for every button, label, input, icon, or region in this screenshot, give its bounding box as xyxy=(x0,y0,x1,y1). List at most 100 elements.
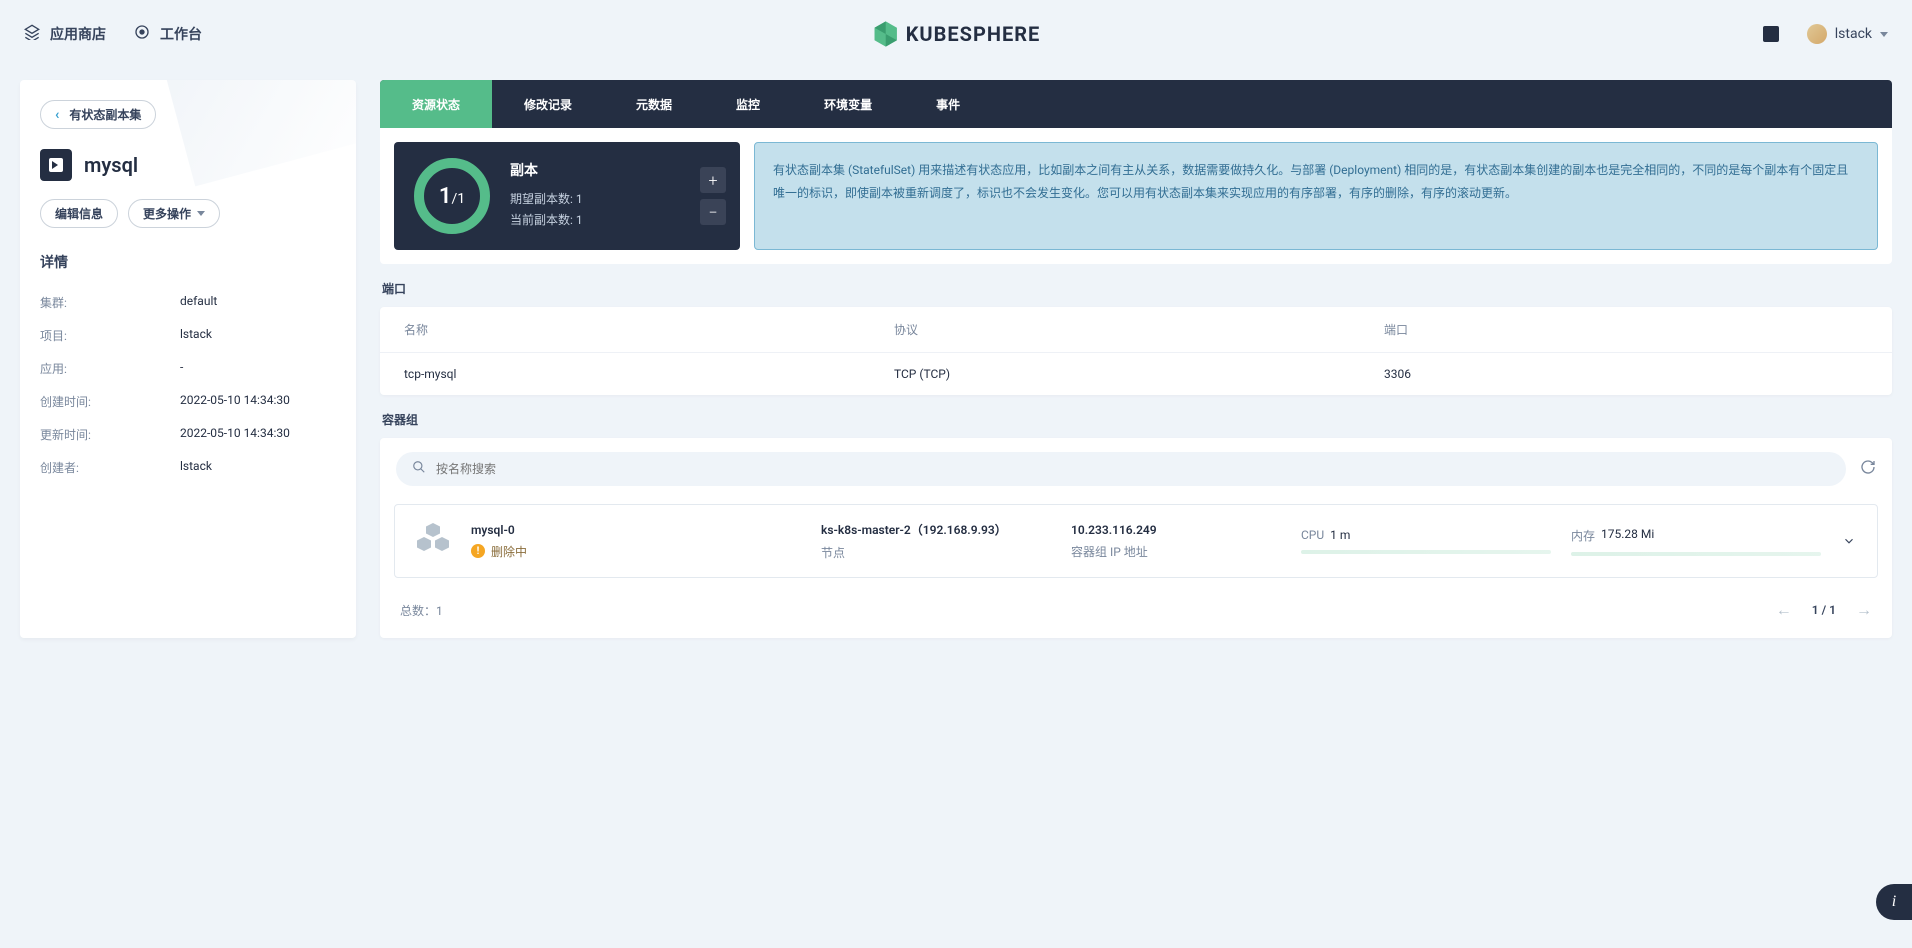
col-proto-header: 协议 xyxy=(894,321,1384,338)
detail-label: 集群: xyxy=(40,294,180,311)
info-box: 有状态副本集 (StatefulSet) 用来描述有状态应用，比如副本之间有主从… xyxy=(754,142,1878,250)
kubesphere-logo-icon xyxy=(872,20,900,48)
detail-value: 2022-05-10 14:34:30 xyxy=(180,426,290,443)
workbench-icon xyxy=(134,24,150,44)
chevron-down-icon xyxy=(197,211,205,216)
ports-section-title: 端口 xyxy=(382,280,1892,297)
workbench-label: 工作台 xyxy=(160,24,202,44)
pod-name: mysql-0 xyxy=(471,523,801,537)
replica-card: 1/1 副本 期望副本数: 1 当前副本数: 1 + − xyxy=(394,142,740,250)
replica-controls: + − xyxy=(700,167,726,225)
pod-name-col: mysql-0 !删除中 xyxy=(471,523,801,560)
detail-label: 项目: xyxy=(40,327,180,344)
logo-text: KUBESPHERE xyxy=(906,22,1041,46)
col-name-header: 名称 xyxy=(404,321,894,338)
main-panel: 资源状态修改记录元数据监控环境变量事件 1/1 副本 期望副本数: 1 当前副本… xyxy=(380,80,1892,638)
detail-label: 创建时间: xyxy=(40,393,180,410)
expand-button[interactable] xyxy=(1841,533,1857,549)
detail-value: lstack xyxy=(180,459,212,476)
detail-row: 应用:- xyxy=(40,352,336,385)
content: ‹ 有状态副本集 mysql 编辑信息 更多操作 详情 集群:default项目… xyxy=(0,68,1912,650)
page-controls: ← 1 / 1 → xyxy=(1776,600,1872,620)
app-store-label: 应用商店 xyxy=(50,24,106,44)
replica-count: 1/1 xyxy=(439,184,465,209)
detail-row: 更新时间:2022-05-10 14:34:30 xyxy=(40,418,336,451)
scale-down-button[interactable]: − xyxy=(700,199,726,225)
ip-col: 10.233.116.249容器组 IP 地址 xyxy=(1071,523,1281,560)
warning-icon: ! xyxy=(471,544,485,558)
port-proto: TCP (TCP) xyxy=(894,367,1384,381)
ports-table: 名称 协议 端口 tcp-mysqlTCP (TCP)3306 xyxy=(380,307,1892,395)
username-label: lstack xyxy=(1835,26,1872,42)
top-header: 应用商店 工作台 KUBESPHERE lstack xyxy=(0,0,1912,68)
pagination: 总数：1 ← 1 / 1 → xyxy=(380,588,1892,638)
tab[interactable]: 事件 xyxy=(904,80,992,128)
mem-metric: 内存175.28 Mi xyxy=(1571,527,1821,556)
port-name: tcp-mysql xyxy=(404,367,894,381)
detail-row: 集群:default xyxy=(40,286,336,319)
theme-toggle-icon[interactable] xyxy=(1763,26,1779,42)
scale-up-button[interactable]: + xyxy=(700,167,726,193)
detail-row: 项目:lstack xyxy=(40,319,336,352)
avatar xyxy=(1807,24,1827,44)
search-icon xyxy=(412,460,426,478)
port-number: 3306 xyxy=(1384,367,1868,381)
replica-donut: 1/1 xyxy=(414,158,490,234)
next-page-button[interactable]: → xyxy=(1856,600,1872,620)
workbench-link[interactable]: 工作台 xyxy=(134,24,202,44)
cpu-metric: CPU1 m xyxy=(1301,528,1551,554)
more-actions-button[interactable]: 更多操作 xyxy=(128,199,220,228)
detail-sidebar: ‹ 有状态副本集 mysql 编辑信息 更多操作 详情 集群:default项目… xyxy=(20,80,356,638)
back-label: 有状态副本集 xyxy=(69,106,141,123)
header-left: 应用商店 工作台 xyxy=(24,24,202,44)
help-fab[interactable]: i xyxy=(1876,884,1912,920)
app-store-icon xyxy=(24,24,40,44)
search-box[interactable] xyxy=(396,452,1846,486)
pod-row[interactable]: mysql-0 !删除中 ks-k8s-master-2（192.168.9.93）… xyxy=(394,504,1878,578)
tab[interactable]: 监控 xyxy=(704,80,792,128)
prev-page-button[interactable]: ← xyxy=(1776,600,1792,620)
col-port-header: 端口 xyxy=(1384,321,1868,338)
app-store-link[interactable]: 应用商店 xyxy=(24,24,106,44)
replica-title: 副本 xyxy=(510,160,583,180)
detail-value: default xyxy=(180,294,217,311)
ports-table-header: 名称 协议 端口 xyxy=(380,307,1892,353)
tab[interactable]: 修改记录 xyxy=(492,80,604,128)
header-right: lstack xyxy=(1763,24,1888,44)
search-wrap xyxy=(380,438,1892,500)
chevron-down-icon xyxy=(1880,32,1888,37)
statefulset-icon xyxy=(40,149,72,181)
tabs: 资源状态修改记录元数据监控环境变量事件 xyxy=(380,80,1892,128)
detail-value: - xyxy=(180,360,183,377)
detail-value: 2022-05-10 14:34:30 xyxy=(180,393,290,410)
status-row: 1/1 副本 期望副本数: 1 当前副本数: 1 + − 有状态副本集 (Sta… xyxy=(394,142,1878,250)
node-col: ks-k8s-master-2（192.168.9.93）节点 xyxy=(821,521,1051,561)
detail-row: 创建者:lstack xyxy=(40,451,336,484)
pod-icon xyxy=(415,523,451,559)
logo[interactable]: KUBESPHERE xyxy=(872,20,1041,48)
back-button[interactable]: ‹ 有状态副本集 xyxy=(40,100,156,129)
refresh-button[interactable] xyxy=(1860,459,1876,479)
detail-label: 更新时间: xyxy=(40,426,180,443)
detail-row: 创建时间:2022-05-10 14:34:30 xyxy=(40,385,336,418)
replica-info: 副本 期望副本数: 1 当前副本数: 1 xyxy=(510,160,583,232)
tab[interactable]: 资源状态 xyxy=(380,80,492,128)
edit-info-button[interactable]: 编辑信息 xyxy=(40,199,118,228)
details-section-title: 详情 xyxy=(40,252,336,272)
detail-label: 创建者: xyxy=(40,459,180,476)
tab[interactable]: 元数据 xyxy=(604,80,704,128)
pod-status: !删除中 xyxy=(471,543,801,560)
action-buttons: 编辑信息 更多操作 xyxy=(40,199,336,228)
status-panel: 1/1 副本 期望副本数: 1 当前副本数: 1 + − 有状态副本集 (Sta… xyxy=(380,128,1892,264)
details-list: 集群:default项目:lstack应用:-创建时间:2022-05-10 1… xyxy=(40,286,336,484)
pods-section-title: 容器组 xyxy=(382,411,1892,428)
chevron-down-icon xyxy=(1841,533,1857,549)
desired-replicas: 期望副本数: 1 xyxy=(510,190,583,207)
detail-value: lstack xyxy=(180,327,212,344)
detail-label: 应用: xyxy=(40,360,180,377)
search-input[interactable] xyxy=(436,462,1830,476)
user-menu[interactable]: lstack xyxy=(1807,24,1888,44)
page-total: 总数：1 xyxy=(400,602,443,619)
page-indicator: 1 / 1 xyxy=(1812,603,1836,617)
tab[interactable]: 环境变量 xyxy=(792,80,904,128)
